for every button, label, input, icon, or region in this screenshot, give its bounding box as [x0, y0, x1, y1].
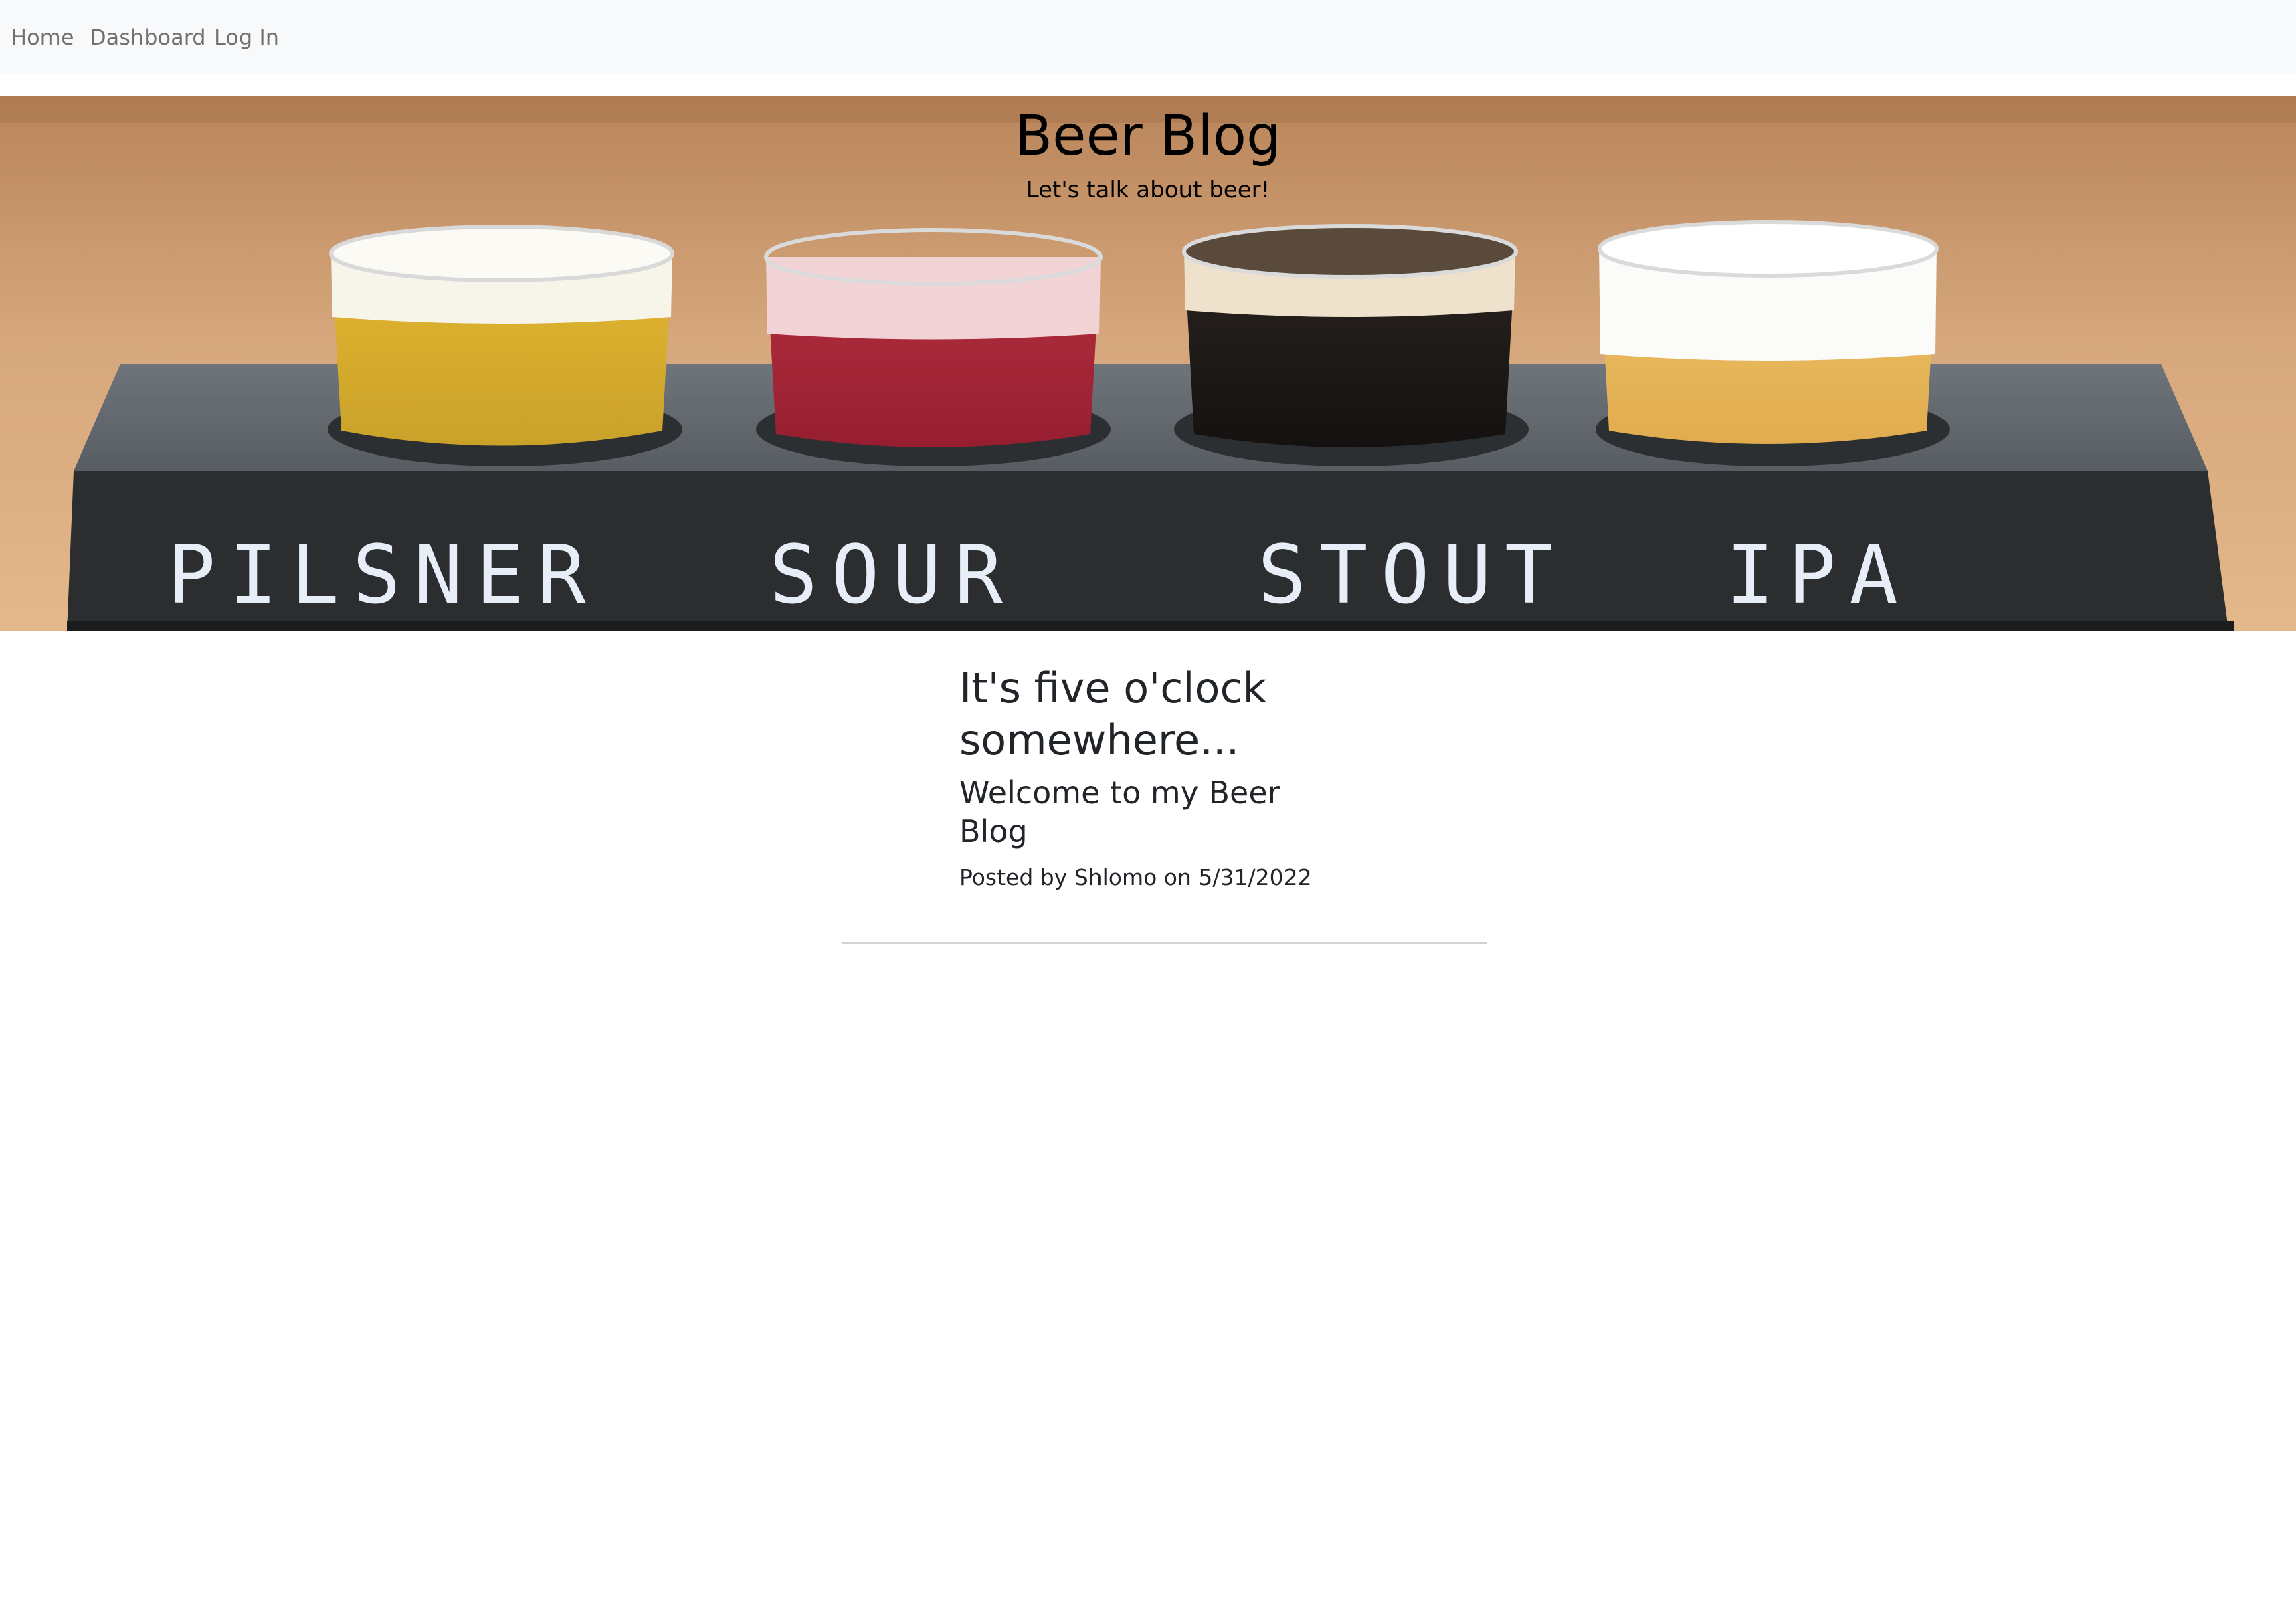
post-meta: Posted by Shlomo on 5/31/2022: [959, 864, 1312, 890]
chalk-label-pilsner: PILSNER: [167, 529, 599, 622]
nav-link-dashboard[interactable]: Dashboard: [90, 24, 206, 51]
chalk-label-sour: SOUR: [769, 529, 1016, 622]
site-tagline: Let's talk about beer!: [1026, 177, 1270, 203]
post-subtitle: Welcome to my Beer Blog: [959, 775, 1280, 849]
hero-banner: PILSNER SOUR STOUT IPA Beer Blog Let's t…: [0, 96, 2296, 631]
site-title: Beer Blog: [1014, 104, 1282, 168]
chalk-label-stout: STOUT: [1258, 529, 1567, 622]
navbar: Home Dashboard Log In: [0, 0, 2296, 74]
chalk-label-ipa: IPA: [1726, 529, 1911, 622]
nav-link-home[interactable]: Home: [11, 24, 74, 51]
nav-link-login[interactable]: Log In: [214, 24, 279, 51]
post-title[interactable]: It's five o'clock somewhere...: [959, 662, 1334, 767]
post-card[interactable]: It's five o'clock somewhere... Welcome t…: [959, 662, 1334, 892]
post-divider: [842, 942, 1487, 944]
